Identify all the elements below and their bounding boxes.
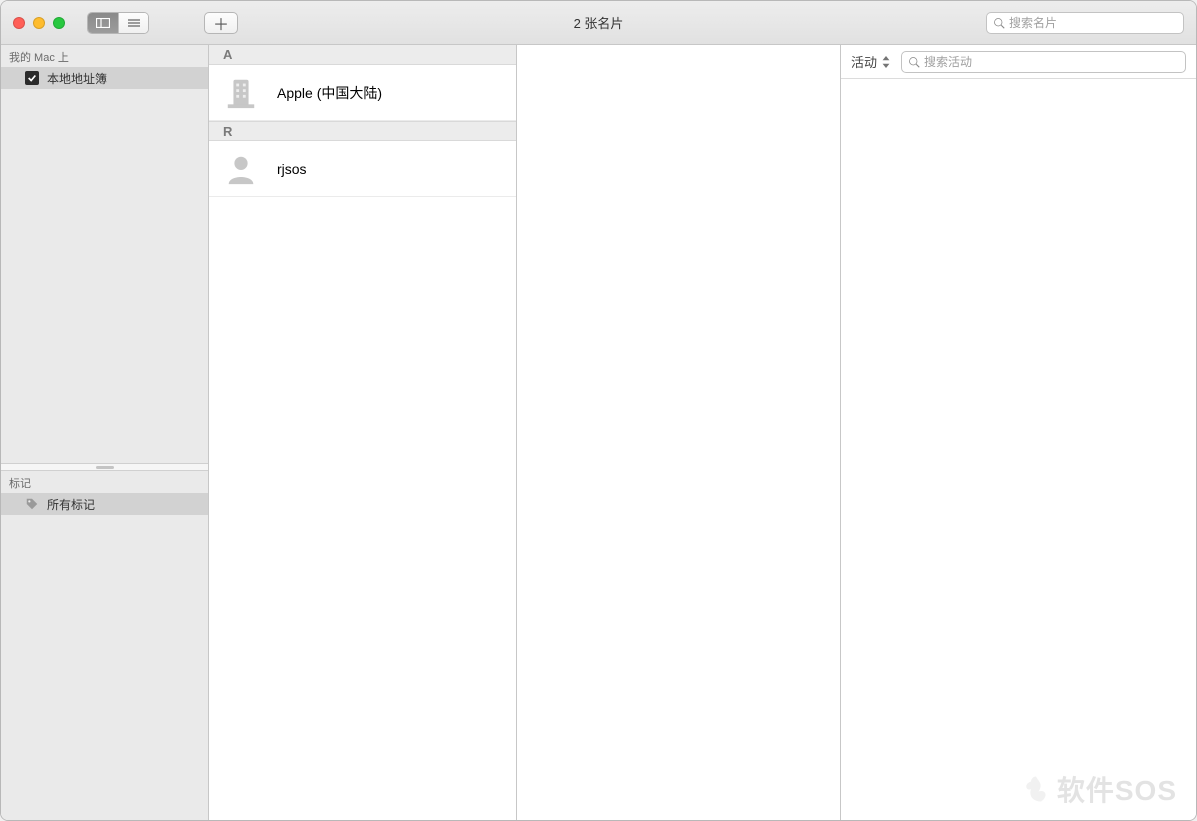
contact-name: rjsos [277, 161, 307, 177]
contact-name: Apple (中国大陆) [277, 83, 382, 103]
app-window: ＋ 2 张名片 我的 Mac 上 本地地址簿 标记 [0, 0, 1197, 821]
titlebar: ＋ 2 张名片 [1, 1, 1196, 45]
maximize-window[interactable] [53, 17, 65, 29]
view-list-button[interactable] [118, 13, 148, 33]
person-icon [223, 151, 259, 187]
sidebar-section-tags: 标记 [1, 471, 208, 493]
search-activity-input[interactable] [924, 55, 1179, 69]
list-icon [127, 18, 141, 28]
search-activity-box[interactable] [901, 51, 1186, 73]
checkbox-icon [25, 71, 39, 85]
sidebar-section-mac: 我的 Mac 上 [1, 45, 208, 67]
search-icon [993, 17, 1005, 29]
view-toggle [87, 12, 149, 34]
group-header: R [209, 121, 516, 141]
sort-arrows-icon [881, 56, 891, 68]
activity-label: 活动 [851, 52, 877, 71]
view-columns-button[interactable] [88, 13, 118, 33]
sidebar-item-label: 所有标记 [47, 496, 95, 513]
group-header: A [209, 45, 516, 65]
contact-row[interactable]: rjsos [209, 141, 516, 197]
sidebar-split-handle[interactable] [1, 463, 208, 471]
close-window[interactable] [13, 17, 25, 29]
columns-icon [96, 18, 110, 28]
contacts-list: A Apple (中国大陆) R rjsos [209, 45, 517, 820]
search-contacts-box[interactable] [986, 12, 1184, 34]
sidebar-item-all-tags[interactable]: 所有标记 [1, 493, 208, 515]
window-controls [13, 17, 65, 29]
activity-toolbar: 活动 [841, 45, 1196, 79]
sidebar-item-label: 本地地址簿 [47, 70, 107, 87]
building-icon [223, 75, 259, 111]
contact-detail-panel [517, 45, 841, 820]
activity-panel: 活动 [841, 45, 1196, 820]
activity-sort-button[interactable]: 活动 [851, 52, 891, 71]
contact-row[interactable]: Apple (中国大陆) [209, 65, 516, 121]
search-icon [908, 56, 920, 68]
sidebar-item-local-addressbook[interactable]: 本地地址簿 [1, 67, 208, 89]
minimize-window[interactable] [33, 17, 45, 29]
content: 我的 Mac 上 本地地址簿 标记 所有标记 A [1, 45, 1196, 820]
search-contacts-input[interactable] [1009, 16, 1177, 30]
tag-icon [25, 497, 39, 511]
add-button[interactable]: ＋ [204, 12, 238, 34]
sidebar: 我的 Mac 上 本地地址簿 标记 所有标记 [1, 45, 209, 820]
